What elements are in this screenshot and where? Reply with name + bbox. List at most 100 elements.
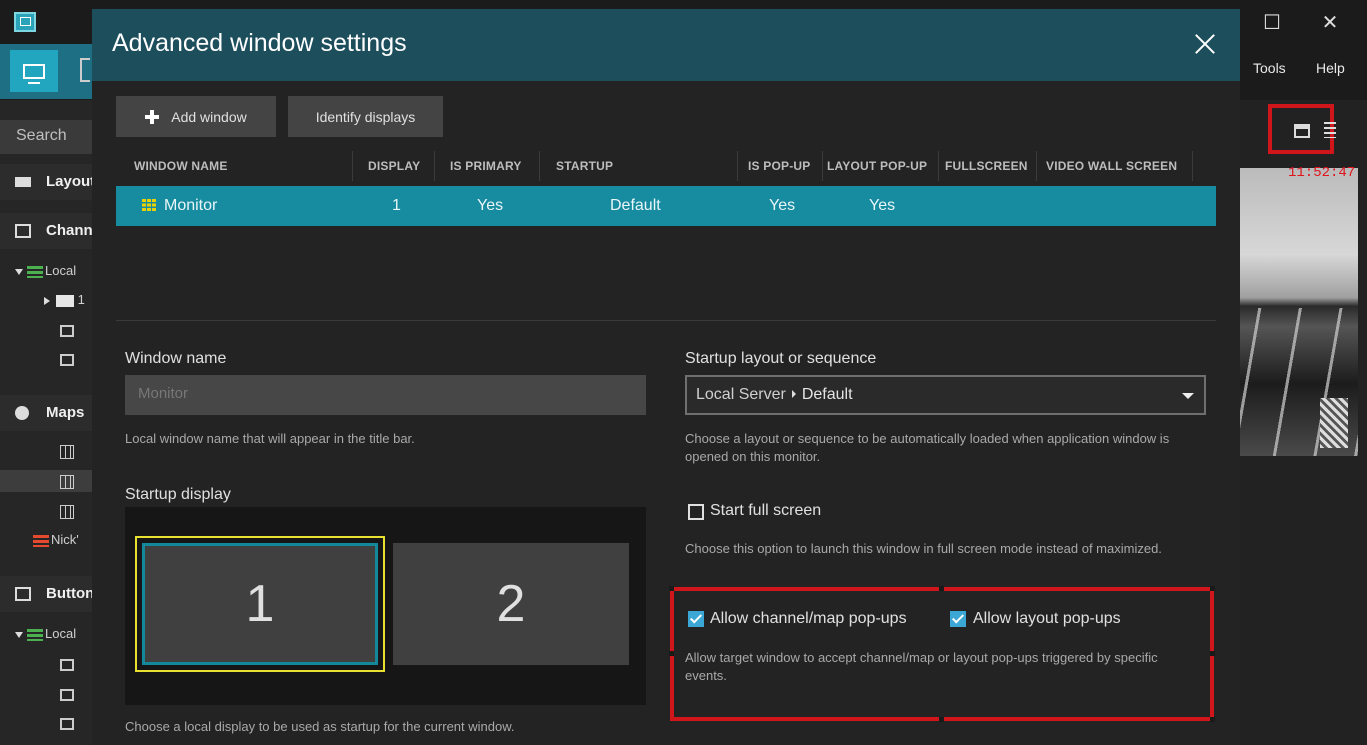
layouts-icon xyxy=(15,177,31,187)
identify-displays-button[interactable]: Identify displays xyxy=(288,96,443,137)
sidebar-section-channels[interactable]: Channels xyxy=(0,213,92,249)
dialog-header: Advanced window settings xyxy=(92,9,1240,81)
map-icon xyxy=(60,444,74,459)
col-display[interactable]: DISPLAY xyxy=(368,149,420,183)
start-full-screen-checkbox[interactable] xyxy=(688,504,704,520)
add-window-label: Add window xyxy=(171,108,247,125)
folder-icon xyxy=(56,294,74,307)
server-icon xyxy=(33,534,49,547)
tree-map-item[interactable] xyxy=(60,440,92,462)
column-separator xyxy=(434,151,435,181)
sidebar-section-label: Maps xyxy=(46,404,85,421)
column-separator xyxy=(1036,151,1037,181)
cell-startup: Default xyxy=(610,197,661,214)
col-video-wall-screen[interactable]: VIDEO WALL SCREEN xyxy=(1046,149,1177,183)
col-startup[interactable]: STARTUP xyxy=(556,149,613,183)
breadcrumb-arrow-icon xyxy=(791,390,796,399)
globe-icon xyxy=(15,406,29,420)
resize-handle xyxy=(939,586,944,591)
collapse-icon xyxy=(44,296,50,305)
col-is-primary[interactable]: IS PRIMARY xyxy=(450,149,522,183)
tree-map-item[interactable] xyxy=(60,500,92,522)
startup-layout-hint: Choose a layout or sequence to be automa… xyxy=(685,431,1170,464)
button-icon xyxy=(60,688,74,701)
menu-help[interactable]: Help xyxy=(1316,60,1345,76)
live-tab[interactable] xyxy=(10,50,58,92)
dialog-title: Advanced window settings xyxy=(112,29,407,57)
tree-folder[interactable]: 1 xyxy=(44,289,92,311)
col-window-name[interactable]: WINDOW NAME xyxy=(134,149,228,183)
tree-server-local[interactable]: Local xyxy=(15,260,92,282)
playback-tab-icon[interactable] xyxy=(80,58,90,82)
map-icon xyxy=(60,474,74,489)
layout-server-name: Local Server xyxy=(696,386,786,403)
tree-server-other[interactable]: Nick' xyxy=(33,529,92,551)
startup-layout-label: Startup layout or sequence xyxy=(685,350,877,367)
startup-display-label: Startup display xyxy=(125,486,231,503)
popups-highlight-box xyxy=(669,586,1215,722)
close-app-button[interactable]: ✕ xyxy=(1310,6,1350,38)
monitor-icon xyxy=(23,63,45,84)
button-icon xyxy=(60,658,74,671)
full-screen-hint: Choose this option to launch this window… xyxy=(685,541,1162,556)
resize-handle xyxy=(939,717,944,722)
col-layout-popup[interactable]: LAYOUT POP-UP xyxy=(827,149,927,183)
column-separator xyxy=(822,151,823,181)
layout-windows-icon[interactable] xyxy=(1294,124,1310,138)
tree-camera-item[interactable] xyxy=(60,348,92,370)
tree-button-item[interactable] xyxy=(60,712,92,734)
identify-displays-label: Identify displays xyxy=(315,108,416,125)
layout-value: Default xyxy=(801,386,853,403)
camera-icon xyxy=(60,353,74,366)
tree-button-item[interactable] xyxy=(60,683,92,705)
button-icon xyxy=(60,717,74,730)
windows-table-header: WINDOW NAME DISPLAY IS PRIMARY STARTUP I… xyxy=(116,149,1216,183)
resize-handle xyxy=(669,651,674,656)
expand-icon xyxy=(15,631,23,638)
server-icon xyxy=(27,265,43,278)
menu-dots-icon[interactable] xyxy=(1324,122,1336,138)
window-name-hint: Local window name that will appear in th… xyxy=(125,431,415,446)
table-row[interactable]: Monitor 1 Yes Default Yes Yes xyxy=(116,186,1216,226)
dialog-close-icon[interactable] xyxy=(1190,29,1220,59)
chevron-down-icon xyxy=(1182,393,1194,399)
col-is-popup[interactable]: IS POP-UP xyxy=(748,149,810,183)
column-separator xyxy=(737,151,738,181)
window-name-label: Window name xyxy=(125,350,227,367)
button-icon xyxy=(15,587,31,601)
resize-handle xyxy=(669,586,674,591)
camera-icon xyxy=(60,324,74,337)
sidebar-section-buttons[interactable]: Buttons xyxy=(0,576,92,612)
cell-display: 1 xyxy=(392,197,401,214)
sidebar-section-maps[interactable]: Maps xyxy=(0,395,92,431)
startup-display-hint: Choose a local display to be used as sta… xyxy=(125,719,515,734)
window-name-input[interactable]: Monitor xyxy=(125,375,646,415)
sidebar-search-input[interactable]: Search xyxy=(0,120,92,154)
cell-layout-popup: Yes xyxy=(869,197,896,214)
column-separator xyxy=(938,151,939,181)
resize-handle xyxy=(1210,586,1215,591)
startup-layout-select[interactable]: Local Server Default xyxy=(685,375,1206,415)
add-window-button[interactable]: Add window xyxy=(116,96,276,137)
cell-window-name: Monitor xyxy=(142,186,217,226)
server-icon xyxy=(27,628,43,641)
column-separator xyxy=(539,151,540,181)
window-grid-icon xyxy=(142,199,156,211)
display-2-tile[interactable]: 2 xyxy=(393,543,629,665)
tree-camera-item[interactable] xyxy=(60,319,92,341)
camera-video-feed[interactable] xyxy=(1240,168,1358,456)
menu-tools[interactable]: Tools xyxy=(1253,60,1286,76)
map-icon xyxy=(60,504,74,519)
tree-server-local[interactable]: Local xyxy=(15,623,92,645)
tree-button-item[interactable] xyxy=(60,653,92,675)
display-1-tile[interactable]: 1 xyxy=(135,536,385,672)
app-logo-icon xyxy=(14,12,36,32)
resize-handle xyxy=(1210,717,1215,722)
sidebar-section-layouts[interactable]: Layouts xyxy=(0,164,92,200)
start-full-screen-label[interactable]: Start full screen xyxy=(710,502,821,520)
maximize-button[interactable]: ☐ xyxy=(1252,6,1292,38)
section-divider xyxy=(116,320,1216,321)
tree-map-item-selected[interactable] xyxy=(0,470,92,492)
video-timestamp: 11:52:47 xyxy=(1288,165,1356,181)
col-fullscreen[interactable]: FULLSCREEN xyxy=(945,149,1028,183)
